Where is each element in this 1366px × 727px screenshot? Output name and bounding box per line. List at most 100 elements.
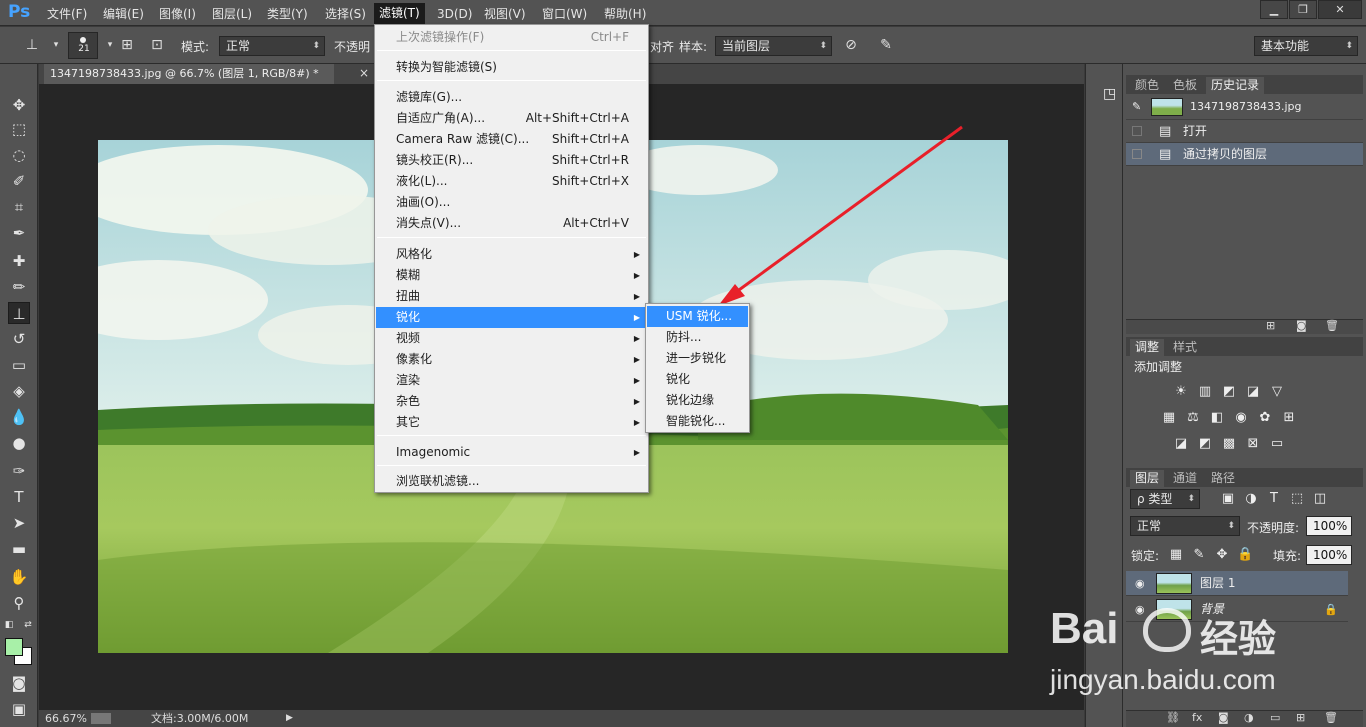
submenu-item-sharpen[interactable]: 锐化 [647, 369, 748, 390]
tab-paths[interactable]: 路径 [1206, 470, 1240, 487]
select-arrows-icon: ⬍ [1227, 521, 1235, 531]
tab-channels[interactable]: 通道 [1168, 470, 1202, 487]
filter-shape-icon[interactable]: ⬚ [1289, 491, 1305, 507]
menu-item-lens-correction[interactable]: 镜头校正(R)... Shift+Ctrl+R [376, 150, 647, 171]
lock-transparent-icon[interactable]: ▦ [1168, 547, 1184, 563]
curves-icon[interactable]: ◩ [1221, 384, 1237, 400]
lock-position-icon[interactable]: ✥ [1214, 547, 1230, 563]
tab-styles[interactable]: 样式 [1168, 339, 1202, 356]
adjustment-layer-icon[interactable]: ◑ [1244, 711, 1254, 724]
submenu-item-sharpen-more[interactable]: 进一步锐化 [647, 348, 748, 369]
trash-icon[interactable]: 🗑 [1324, 711, 1338, 724]
new-layer-icon[interactable]: ⊞ [1296, 711, 1305, 724]
menu-item-stylize[interactable]: 风格化 ▶ [376, 244, 647, 265]
menu-item-shortcut: Alt+Ctrl+V [563, 216, 629, 230]
lock-label: 锁定: [1131, 549, 1160, 563]
submenu-item-shake-reduction[interactable]: 防抖... [647, 327, 748, 348]
new-document-icon[interactable]: ⊞ [1266, 319, 1275, 332]
tab-history[interactable]: 历史记录 [1206, 77, 1265, 94]
menu-item-sharpen[interactable]: 锐化 ▶ [376, 307, 647, 328]
lock-brush-icon[interactable]: ✎ [1191, 547, 1207, 563]
layer-filter-select[interactable]: ρ 类型 ⬍ [1130, 489, 1200, 509]
tab-color[interactable]: 颜色 [1130, 77, 1164, 94]
menu-item-last-filter[interactable]: 上次滤镜操作(F) Ctrl+F [376, 27, 647, 48]
photo-filter-icon[interactable]: ◉ [1233, 410, 1249, 426]
submenu-item-unsharp-mask[interactable]: USM 锐化... [647, 306, 748, 327]
menu-item-label: 液化(L)... [396, 174, 448, 188]
hue-saturation-icon[interactable]: ▦ [1161, 410, 1177, 426]
black-white-icon[interactable]: ◧ [1209, 410, 1225, 426]
submenu-arrow-icon: ▶ [633, 313, 640, 322]
blend-mode-select[interactable]: 正常 ⬍ [1130, 516, 1240, 536]
menu-item-label: 消失点(V)... [396, 216, 462, 230]
menu-item-distort[interactable]: 扭曲 ▶ [376, 286, 647, 307]
layer-name: 图层 1 [1200, 576, 1236, 590]
history-checkbox[interactable] [1132, 149, 1142, 159]
menu-item-shortcut: Shift+Ctrl+A [552, 132, 629, 146]
submenu-arrow-icon: ▶ [633, 271, 640, 280]
fill-input[interactable]: 100% [1306, 545, 1352, 565]
layer-mask-icon[interactable]: ◙ [1218, 711, 1229, 724]
tab-adjustments[interactable]: 调整 [1130, 339, 1165, 356]
camera-icon[interactable]: ◙ [1296, 319, 1307, 332]
new-group-icon[interactable]: ▭ [1270, 711, 1280, 724]
color-lookup-icon[interactable]: ⊞ [1281, 410, 1297, 426]
layer-style-icon[interactable]: fx [1192, 711, 1202, 724]
menu-item-render[interactable]: 渲染 ▶ [376, 370, 647, 391]
eye-icon[interactable]: ◉ [1135, 571, 1145, 596]
status-bar: 66.67% 文档:3.00M/6.00M ▶ [39, 710, 1084, 727]
status-menu-arrow-icon[interactable]: ▶ [286, 710, 293, 727]
menu-item-label: 油画(O)... [396, 195, 451, 209]
menu-separator [377, 50, 646, 51]
menu-item-blur[interactable]: 模糊 ▶ [376, 265, 647, 286]
layer-row[interactable]: ◉ 图层 1 [1126, 571, 1348, 596]
fill-value: 100% [1313, 548, 1348, 562]
brightness-icon[interactable]: ☀ [1173, 384, 1189, 400]
menu-item-noise[interactable]: 杂色 ▶ [376, 391, 647, 412]
filter-pixel-icon[interactable]: ▣ [1220, 491, 1236, 507]
channel-mixer-icon[interactable]: ✿ [1257, 410, 1273, 426]
filter-smart-object-icon[interactable]: ◫ [1312, 491, 1328, 507]
opacity-input[interactable]: 100% [1306, 516, 1352, 536]
menu-item-label: 风格化 [396, 247, 433, 261]
selective-color-icon[interactable]: ⊠ [1245, 436, 1261, 452]
zoom-level[interactable]: 66.67% [45, 710, 87, 727]
tab-layers[interactable]: 图层 [1130, 470, 1165, 487]
menu-item-oil-paint[interactable]: 油画(O)... [376, 192, 647, 213]
posterize-icon[interactable]: ◩ [1197, 436, 1213, 452]
filter-adjustment-icon[interactable]: ◑ [1243, 491, 1259, 507]
history-state-row[interactable]: ▤ 通过拷贝的图层 [1126, 143, 1363, 166]
gradient-map-icon[interactable]: ▭ [1269, 436, 1285, 452]
menu-item-vanishing-point[interactable]: 消失点(V)... Alt+Ctrl+V [376, 213, 647, 234]
submenu-item-sharpen-edges[interactable]: 锐化边缘 [647, 390, 748, 411]
menu-item-video[interactable]: 视频 ▶ [376, 328, 647, 349]
menu-item-adaptive-wide-angle[interactable]: 自适应广角(A)... Alt+Shift+Ctrl+A [376, 108, 647, 129]
menu-item-filter-gallery[interactable]: 滤镜库(G)... [376, 87, 647, 108]
snapshot-thumbnail [1151, 98, 1183, 116]
color-balance-icon[interactable]: ⚖ [1185, 410, 1201, 426]
filter-type-icon[interactable]: T [1266, 491, 1282, 507]
submenu-item-smart-sharpen[interactable]: 智能锐化... [647, 411, 748, 432]
menu-item-imagenomic[interactable]: Imagenomic ▶ [376, 442, 647, 463]
levels-icon[interactable]: ▥ [1197, 384, 1213, 400]
vibrance-icon[interactable]: ▽ [1269, 384, 1285, 400]
menu-item-other[interactable]: 其它 ▶ [376, 412, 647, 433]
menu-item-browse-online-filters[interactable]: 浏览联机滤镜... [376, 471, 647, 492]
menu-item-liquify[interactable]: 液化(L)... Shift+Ctrl+X [376, 171, 647, 192]
history-state-row[interactable]: ▤ 打开 [1126, 120, 1363, 143]
link-layers-icon[interactable]: ⛓ [1166, 711, 1180, 724]
menu-item-pixelate[interactable]: 像素化 ▶ [376, 349, 647, 370]
trash-icon[interactable]: 🗑 [1325, 319, 1339, 332]
tab-swatches[interactable]: 色板 [1168, 77, 1202, 94]
menu-item-label: Camera Raw 滤镜(C)... [396, 132, 530, 146]
menu-item-convert-smart-filter[interactable]: 转换为智能滤镜(S) [376, 57, 647, 78]
invert-icon[interactable]: ◪ [1173, 436, 1189, 452]
threshold-icon[interactable]: ▩ [1221, 436, 1237, 452]
menu-item-camera-raw[interactable]: Camera Raw 滤镜(C)... Shift+Ctrl+A [376, 129, 647, 150]
lock-all-icon[interactable]: 🔒 [1237, 547, 1253, 563]
properties-panel-icon[interactable]: ◳ [1103, 86, 1123, 106]
history-checkbox[interactable] [1132, 126, 1142, 136]
exposure-icon[interactable]: ◪ [1245, 384, 1261, 400]
menu-item-label: 模糊 [396, 268, 421, 282]
history-snapshot-row[interactable]: ✎ 1347198738433.jpg [1126, 95, 1363, 120]
